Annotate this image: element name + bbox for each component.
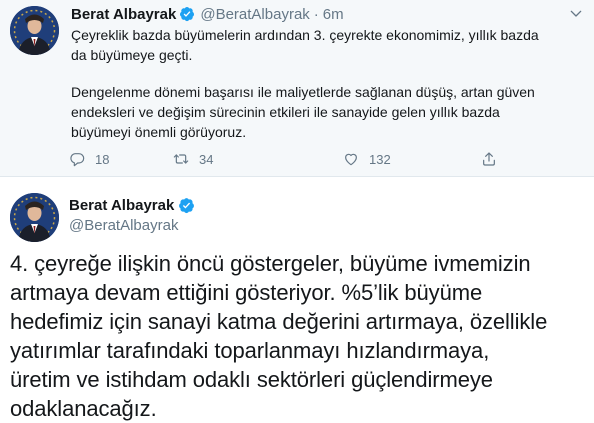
- main-tweet-text: 4. çeyreğe ilişkin öncü göstergeler, büy…: [10, 249, 585, 423]
- like-count: 132: [369, 151, 391, 167]
- chevron-down-icon[interactable]: [568, 6, 584, 22]
- author-name[interactable]: Berat Albayrak: [71, 6, 176, 23]
- verified-badge-icon: [180, 7, 195, 22]
- tweet-line: üretim ve istihdam odaklı sektörleri güç…: [10, 367, 493, 392]
- author-handle[interactable]: @BeratAlbayrak: [69, 217, 195, 237]
- tweet-line: 4. çeyreğe ilişkin öncü göstergeler, büy…: [10, 251, 531, 276]
- share-icon: [483, 152, 495, 166]
- tweet-line: büyümeyi önemli görüyoruz.: [71, 124, 247, 140]
- tweet-actions: 18 34 132: [69, 148, 509, 170]
- reply-tweet[interactable]: Berat Albayrak @BeratAlbayrak · 6m Çeyre…: [0, 0, 594, 177]
- main-tweet-author[interactable]: Berat Albayrak @BeratAlbayrak: [69, 195, 195, 237]
- verified-badge-icon: [179, 197, 195, 213]
- tweet-paragraph-2: Dengelenme dönemi başarısı ile maliyetle…: [71, 82, 571, 142]
- tweet-line: odaklanacağız.: [10, 396, 157, 421]
- tweet-line: da büyümeye geçti.: [71, 47, 193, 63]
- tweet-paragraph-1: Çeyreklik bazda büyümelerin ardından 3. …: [71, 25, 571, 65]
- tweet-timestamp[interactable]: 6m: [323, 6, 344, 23]
- retweet-icon: [173, 154, 189, 164]
- reply-button[interactable]: 18: [69, 148, 109, 170]
- separator-dot: ·: [313, 5, 319, 23]
- reply-tweet-header: Berat Albayrak @BeratAlbayrak · 6m: [71, 5, 344, 23]
- tweet-line: hedefimiz için sanayi katma değerini art…: [10, 309, 548, 334]
- tweet-line: Çeyreklik bazda büyümelerin ardından 3. …: [71, 27, 539, 43]
- retweet-button[interactable]: 34: [173, 148, 213, 170]
- reply-count: 18: [95, 151, 110, 167]
- like-icon: [345, 153, 357, 166]
- author-name[interactable]: Berat Albayrak: [69, 197, 174, 214]
- retweet-count: 34: [199, 151, 214, 167]
- share-button[interactable]: [481, 148, 507, 170]
- tweet-line: Dengelenme dönemi başarısı ile maliyetle…: [71, 84, 535, 100]
- author-name-row: Berat Albayrak: [69, 195, 195, 215]
- author-handle[interactable]: @BeratAlbayrak: [200, 6, 309, 23]
- tweet-line: endeksleri ve değişim sürecinin etkileri…: [71, 104, 500, 120]
- avatar[interactable]: [10, 193, 59, 242]
- tweet-line: yatırımlar tarafındaki toparlanmayı hızl…: [10, 338, 490, 363]
- reply-icon: [70, 153, 85, 167]
- avatar[interactable]: [10, 6, 59, 55]
- like-button[interactable]: 132: [343, 148, 391, 170]
- tweet-line: artmaya devam ettiğini gösteriyor. %5’li…: [10, 280, 483, 305]
